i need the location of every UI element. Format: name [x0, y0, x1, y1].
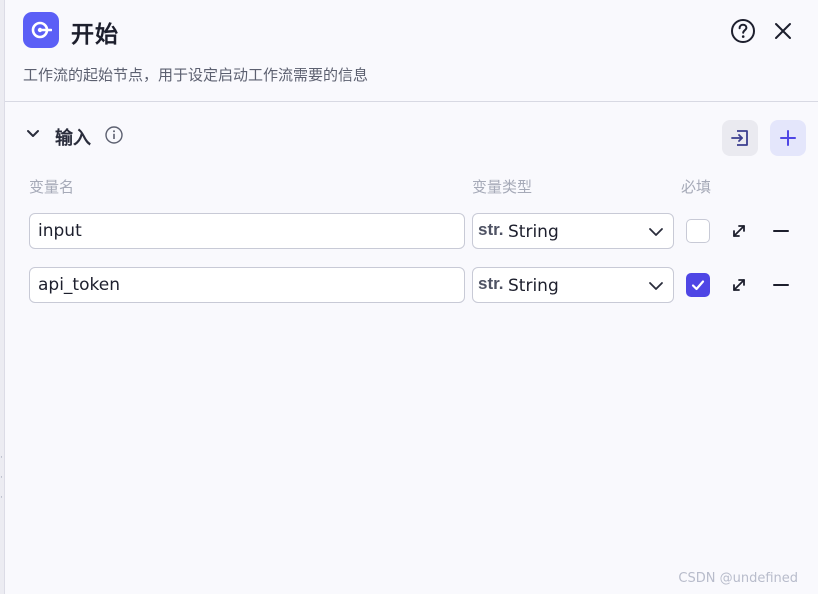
chevron-down-icon [649, 282, 663, 290]
help-button[interactable] [728, 16, 758, 46]
panel-description: 工作流的起始节点，用于设定启动工作流需要的信息 [23, 66, 369, 84]
chevron-down-icon[interactable] [23, 124, 43, 144]
chevron-down-icon [649, 228, 663, 236]
variable-name-input[interactable] [29, 267, 465, 303]
variable-name-input[interactable] [29, 213, 465, 249]
expand-icon[interactable] [729, 221, 749, 241]
input-section-header: 输入 [23, 118, 806, 158]
column-header-name: 变量名 [29, 178, 75, 196]
import-variables-button[interactable] [722, 120, 758, 156]
column-header-required: 必填 [681, 178, 712, 196]
import-icon [731, 130, 748, 146]
minus-icon[interactable] [771, 275, 791, 295]
checkmark-icon [691, 280, 705, 291]
required-checkbox[interactable] [686, 219, 710, 243]
variable-type-select[interactable]: str. String [472, 267, 674, 303]
type-prefix-label: str. [478, 274, 504, 293]
input-section-title: 输入 [55, 128, 91, 149]
close-icon [775, 23, 791, 39]
panel-header: 开始 [23, 12, 798, 52]
plus-icon [780, 130, 796, 146]
variable-type-select[interactable]: str. String [472, 213, 674, 249]
start-node-panel: 开始 工作流的起始节点，用于设定启动工作流需要的信息 输入 变量名 变量类型 必… [5, 0, 818, 594]
type-prefix-label: str. [478, 220, 504, 239]
left-panel-ticks: · · · [0, 453, 3, 503]
info-icon[interactable] [105, 126, 123, 144]
watermark: CSDN @undefined [678, 571, 798, 586]
expand-icon[interactable] [729, 275, 749, 295]
page-title: 开始 [71, 22, 119, 48]
type-value: String [508, 276, 559, 296]
add-variable-button[interactable] [770, 120, 806, 156]
variable-row: str. String [29, 267, 806, 303]
required-checkbox[interactable] [686, 273, 710, 297]
minus-icon[interactable] [771, 221, 791, 241]
help-icon [731, 19, 755, 43]
close-button[interactable] [768, 16, 798, 46]
start-node-icon [23, 12, 59, 48]
header-divider [5, 101, 818, 102]
type-value: String [508, 222, 559, 242]
variable-row: str. String [29, 213, 806, 249]
column-header-type: 变量类型 [472, 178, 533, 196]
